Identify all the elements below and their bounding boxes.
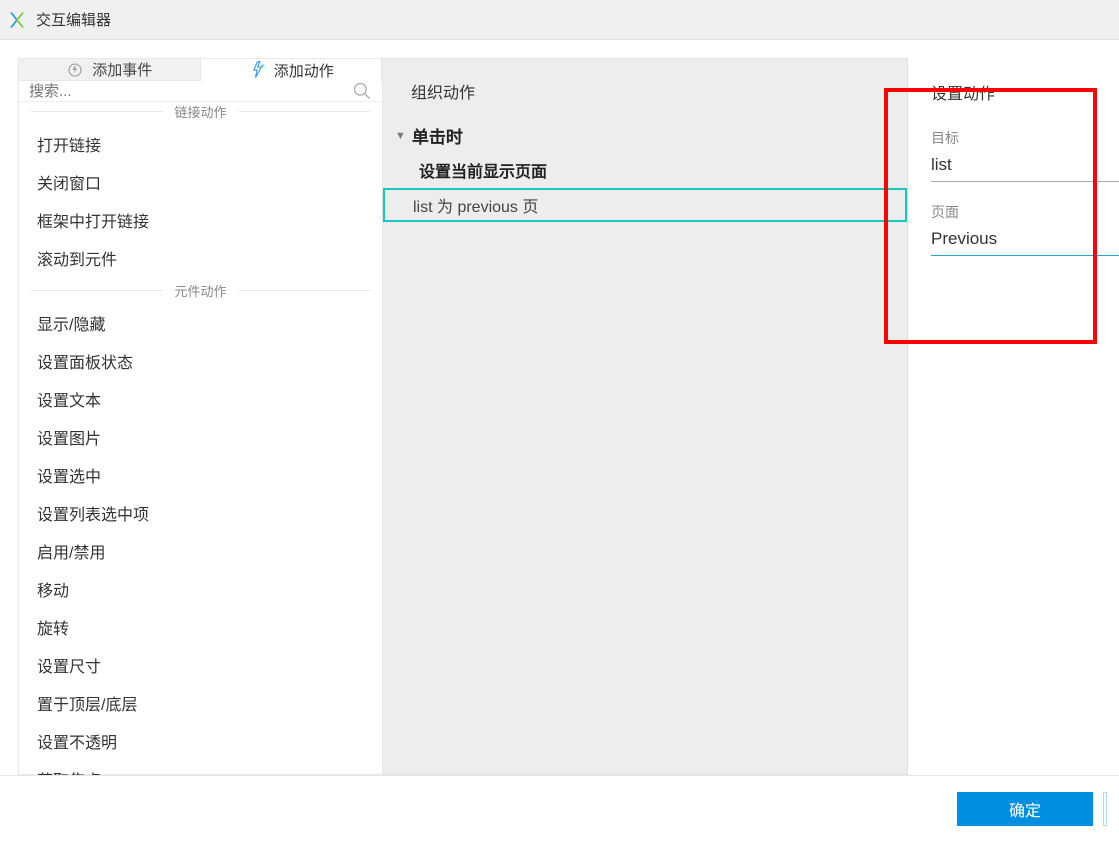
action-close-window[interactable]: 关闭窗口 — [19, 163, 382, 201]
dialog-footer: 确定 — [0, 775, 1119, 842]
event-onclick-header[interactable]: ▼ 单击时 — [383, 123, 907, 148]
action-set-panel-state[interactable]: 设置面板状态 — [19, 342, 382, 380]
secondary-button-edge[interactable] — [1103, 792, 1107, 826]
page-value: Previous — [931, 229, 997, 249]
title-bar: 交互编辑器 — [0, 0, 1119, 40]
action-show-hide[interactable]: 显示/隐藏 — [19, 304, 382, 342]
action-scroll-to-widget[interactable]: 滚动到元件 — [19, 239, 382, 277]
tab-add-action[interactable]: + 添加动作 — [201, 59, 383, 81]
action-enable-disable[interactable]: 启用/禁用 — [19, 532, 382, 570]
action-set-size[interactable]: 设置尺寸 — [19, 646, 382, 684]
ok-button[interactable]: 确定 — [957, 792, 1093, 826]
widget-actions-list: 显示/隐藏 设置面板状态 设置文本 设置图片 设置选中 设置列表选中项 启用/禁… — [19, 300, 382, 802]
action-set-image[interactable]: 设置图片 — [19, 418, 382, 456]
action-set-text[interactable]: 设置文本 — [19, 380, 382, 418]
category-link-actions: 链接动作 — [19, 102, 382, 121]
action-rotate[interactable]: 旋转 — [19, 608, 382, 646]
left-panel: 添加事件 + 添加动作 链接动作 打开链接 关闭窗口 框架中打开链接 滚动到元件… — [18, 58, 383, 775]
page-select[interactable]: Previous — [931, 226, 1119, 256]
tab-add-action-label: 添加动作 — [274, 60, 334, 81]
main-content: 添加事件 + 添加动作 链接动作 打开链接 关闭窗口 框架中打开链接 滚动到元件… — [0, 40, 1119, 775]
organize-actions-panel: 组织动作 ▼ 单击时 设置当前显示页面 list 为 previous 页 — [383, 58, 908, 775]
lightning-target-icon — [66, 61, 84, 79]
action-set-list-sel[interactable]: 设置列表选中项 — [19, 494, 382, 532]
action-row-selected[interactable]: list 为 previous 页 — [383, 188, 907, 222]
tab-add-event-label: 添加事件 — [92, 59, 152, 80]
search-icon[interactable] — [352, 81, 372, 101]
page-label: 页面 — [931, 202, 1119, 222]
svg-text:+: + — [260, 61, 265, 70]
action-open-in-frame[interactable]: 框架中打开链接 — [19, 201, 382, 239]
tab-add-event[interactable]: 添加事件 — [19, 59, 201, 81]
link-actions-list: 打开链接 关闭窗口 框架中打开链接 滚动到元件 — [19, 121, 382, 281]
search-input[interactable] — [29, 83, 352, 100]
target-value: list — [931, 155, 952, 175]
action-set-selected[interactable]: 设置选中 — [19, 456, 382, 494]
action-set-opacity[interactable]: 设置不透明 — [19, 722, 382, 760]
action-bring-front-back[interactable]: 置于顶层/底层 — [19, 684, 382, 722]
configure-action-title: 设置动作 — [931, 80, 1119, 104]
left-panel-tabs: 添加事件 + 添加动作 — [19, 59, 382, 81]
chevron-down-icon: ▼ — [395, 130, 406, 142]
configure-action-panel: 设置动作 目标 list 页面 Previous — [909, 58, 1119, 773]
target-label: 目标 — [931, 128, 1119, 148]
organize-actions-title: 组织动作 — [383, 79, 907, 103]
lightning-icon: + — [248, 61, 266, 79]
action-open-link[interactable]: 打开链接 — [19, 125, 382, 163]
category-widget-actions: 元件动作 — [19, 281, 382, 300]
app-logo-icon — [8, 11, 26, 29]
action-row-text: list 为 previous 页 — [413, 193, 538, 217]
action-move[interactable]: 移动 — [19, 570, 382, 608]
search-row — [19, 81, 382, 102]
event-onclick-label: 单击时 — [412, 123, 463, 148]
case-set-current-page[interactable]: 设置当前显示页面 — [383, 158, 907, 182]
window-title: 交互编辑器 — [36, 9, 111, 30]
target-select[interactable]: list — [931, 152, 1119, 182]
